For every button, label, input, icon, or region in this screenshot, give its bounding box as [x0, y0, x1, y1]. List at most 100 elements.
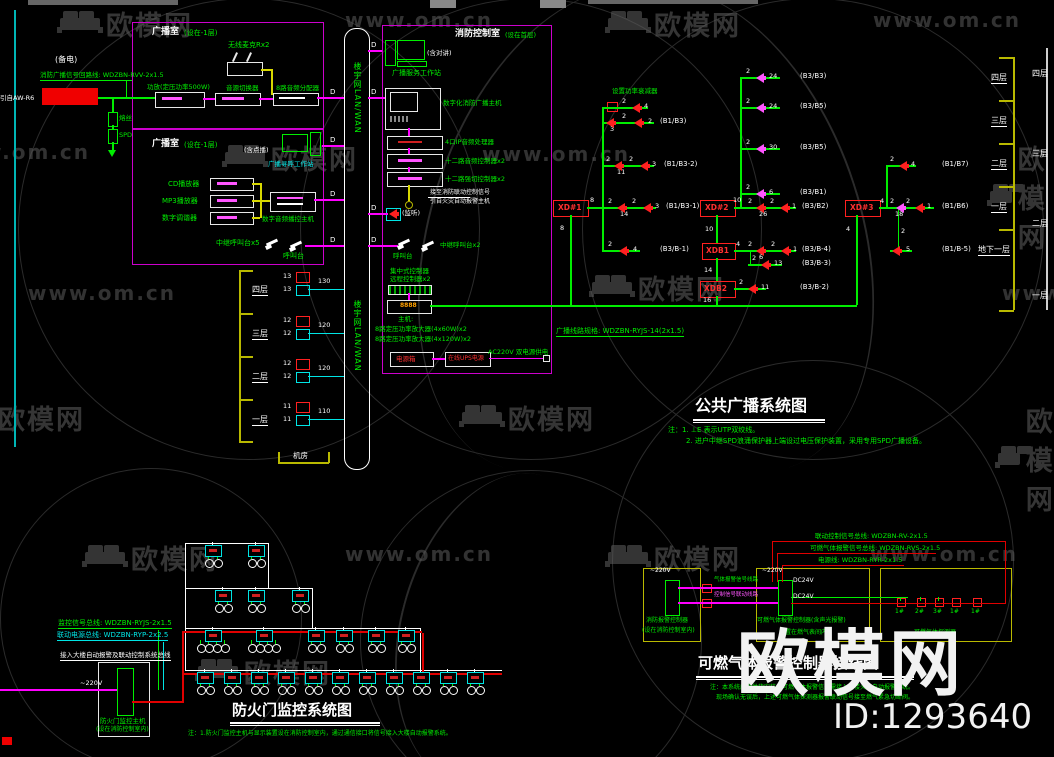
- monitor-label: (监听): [402, 209, 421, 217]
- bus-line: [185, 628, 420, 630]
- gas-sig1-label: 气体报警信号线路: [714, 577, 759, 583]
- ctrl2-label: 远程控制器x2: [390, 275, 431, 283]
- speaker-count: 2: [746, 183, 751, 191]
- line: [112, 125, 114, 129]
- line: [408, 128, 410, 136]
- fd-title: 防火门监控系统图: [232, 701, 353, 719]
- pa-note2: 2. 进户中继SPD浪涌保护器上端设过电压保护装置，采用专用SPD广播设备。: [686, 437, 927, 445]
- gas-box1-label1: 消防报警控制器: [646, 617, 689, 624]
- power-line: [132, 701, 182, 703]
- line: [126, 81, 128, 97]
- line: [322, 145, 344, 147]
- door-status-node: [440, 686, 449, 695]
- door-status-node: [317, 644, 326, 653]
- ctrl1-label: 集中式控制器: [390, 267, 429, 275]
- gas-sig2-label: 控制信号联动线路: [714, 592, 759, 598]
- door-monitor-module: [368, 630, 385, 642]
- bracket-tick: [999, 57, 1014, 59]
- door-monitor-module: [305, 672, 322, 684]
- device-detail: [217, 216, 237, 219]
- device-detail: [217, 182, 237, 185]
- spd-label: SPD: [119, 131, 133, 139]
- line: [791, 603, 1006, 605]
- speaker-count: 1: [927, 202, 932, 210]
- speaker-count: 2: [770, 197, 775, 205]
- door-monitor-module: [332, 672, 349, 684]
- watermark-brand: 欧模网: [605, 4, 741, 43]
- door-status-node: [332, 686, 341, 695]
- line: [740, 77, 742, 207]
- ground-arrow-icon: [108, 150, 116, 157]
- ip-audio-device: [387, 136, 443, 150]
- floor-device-b: [296, 415, 310, 426]
- bracket-line: [278, 462, 329, 464]
- ac-label: ~220V: [650, 567, 671, 574]
- drop-count: 16: [703, 296, 712, 304]
- workstation-tower-icon: [310, 132, 321, 156]
- floor-device-a: [296, 402, 310, 413]
- door-monitor-module: [413, 672, 430, 684]
- line: [314, 199, 344, 201]
- line: [716, 215, 718, 243]
- edge-floor-label: 一层: [1032, 291, 1048, 300]
- computer-tower-icon: [385, 40, 396, 66]
- d-marker: D: [371, 204, 377, 212]
- speaker-count: 2: [629, 155, 634, 163]
- watermark-brand: 欧模网: [459, 398, 595, 437]
- device-detail: [390, 116, 410, 122]
- amplifier-device: [155, 92, 205, 108]
- speaker-icon: [619, 246, 629, 256]
- bus-spec-label: 广播线路规格: WDZBN-RYJS-14(2x1.5): [556, 327, 685, 337]
- speaker-count: 4: [644, 102, 649, 110]
- device-count: 11: [283, 402, 292, 410]
- speaker-icon: [617, 203, 627, 213]
- top-tab: [430, 0, 456, 8]
- speaker-count: 2: [890, 197, 895, 205]
- floor-label: 一层: [991, 202, 1007, 213]
- edge-floor-label: 二层: [1032, 219, 1048, 228]
- bracket-tick: [999, 143, 1014, 145]
- speaker-count: 2: [622, 112, 627, 120]
- bracket-tick: [239, 356, 253, 358]
- vu-meter: 8888: [400, 302, 417, 309]
- line: [308, 376, 344, 378]
- circuit-label: (B3/B-4): [802, 245, 831, 253]
- watermark-url: www.om.cn: [28, 281, 177, 305]
- lan-label: 楼宇网LAN/WAN: [353, 300, 362, 372]
- speaker-count: 2: [648, 117, 653, 125]
- door-monitor-module: [248, 545, 265, 557]
- watermark-brand-large: 欧模网: [737, 622, 966, 706]
- door-status-node: [248, 559, 257, 568]
- dc-label: DC24V: [793, 577, 814, 584]
- sofa-icon: [57, 10, 100, 33]
- terminal-node: [543, 355, 550, 362]
- room2-sub: (设在-1层): [184, 141, 218, 149]
- door-status-node: [257, 559, 266, 568]
- circuit-label: (B3/B-3): [802, 259, 831, 267]
- door-status-node: [214, 559, 223, 568]
- device-count: 13: [283, 285, 292, 293]
- line: [816, 565, 904, 566]
- speaker-count: 3: [652, 160, 657, 168]
- line: [408, 185, 410, 201]
- isolator-module: [702, 599, 712, 608]
- bus-line: [420, 628, 422, 670]
- door-monitor-module: [205, 545, 222, 557]
- speaker-count: 2: [606, 155, 611, 163]
- circuit-label: (B1/B3-1): [666, 202, 700, 210]
- door-status-node: [476, 686, 485, 695]
- watermark-url: www.om.cn: [345, 542, 494, 566]
- device-count: 12: [283, 316, 292, 324]
- door-status-node: [368, 686, 377, 695]
- device-detail: [217, 199, 237, 202]
- door-status-node: [260, 686, 269, 695]
- bracket-tick: [239, 399, 253, 401]
- line: [40, 80, 132, 81]
- watermark-url: www.om.cn: [873, 8, 1022, 32]
- door-status-node: [395, 686, 404, 695]
- speaker-icon: [780, 203, 790, 213]
- line: [308, 289, 344, 291]
- circuit-label: (B3/B5): [800, 102, 827, 110]
- line: [98, 97, 155, 99]
- machine-room-label: 机房: [293, 451, 308, 460]
